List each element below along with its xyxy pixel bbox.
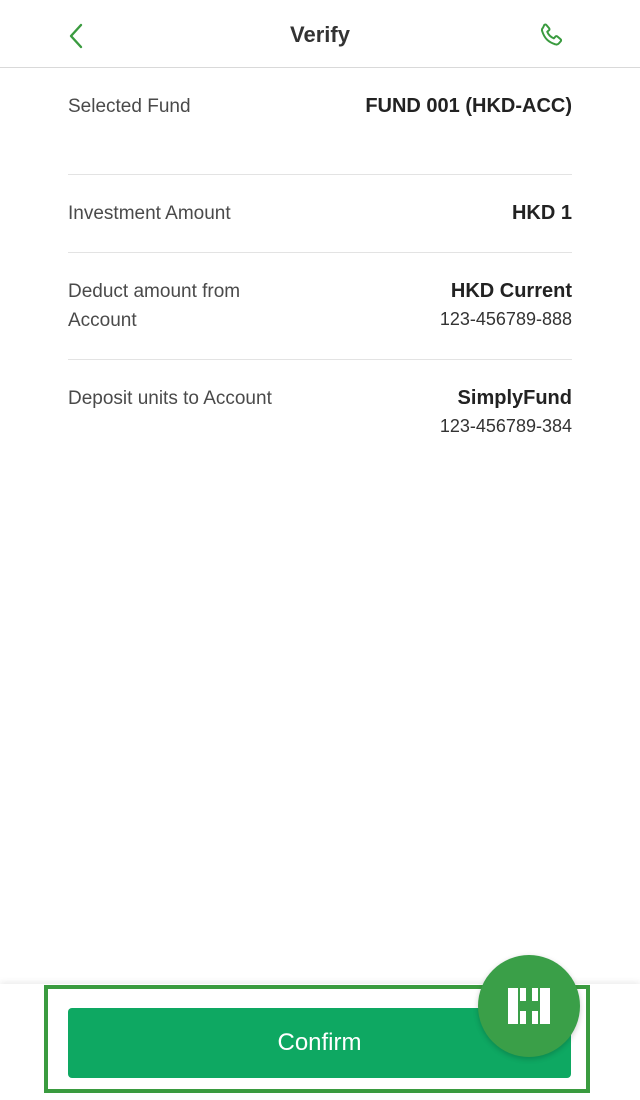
- fund-name: FUND 001 (HKD-ACC): [365, 95, 572, 117]
- floating-assistant-button[interactable]: [478, 955, 580, 1057]
- detail-row-investment-amount: Investment Amount HKD 1: [68, 199, 572, 239]
- detail-row-selected-fund: Selected Fund FUND 001 (HKD-ACC): [68, 92, 572, 152]
- investment-amount: HKD 1: [511, 202, 572, 224]
- header-bar: Verify: [0, 0, 640, 68]
- bank-logo-icon: [508, 988, 550, 1024]
- detail-row-deduct-account: Deduct amount from Account HKD Current 1…: [68, 277, 572, 347]
- detail-label: Investment Amount: [68, 203, 231, 224]
- divider: [68, 252, 572, 253]
- detail-label: Selected Fund: [68, 96, 191, 117]
- account-name: HKD Current: [450, 280, 572, 302]
- detail-label: Deduct amount from Account: [68, 281, 241, 331]
- detail-value: FUND 001 (HKD-ACC): [365, 92, 572, 121]
- divider: [68, 359, 572, 360]
- account-name: SimplyFund: [457, 387, 572, 409]
- detail-value: HKD 1: [512, 199, 572, 228]
- divider: [68, 174, 572, 175]
- detail-value: HKD Current 123-456789-888: [440, 277, 572, 333]
- account-number: 123-456789-888: [439, 309, 572, 329]
- detail-row-deposit-account: Deposit units to Account SimplyFund 123-…: [68, 384, 572, 454]
- call-button[interactable]: [532, 18, 570, 54]
- account-number: 123-456789-384: [439, 416, 572, 436]
- detail-value: SimplyFund 123-456789-384: [440, 384, 572, 440]
- detail-label: Deposit units to Account: [68, 388, 272, 409]
- phone-icon: [541, 23, 563, 46]
- verify-screen: Verify Selected Fund FUND 001 (HKD-ACC) …: [0, 0, 640, 1100]
